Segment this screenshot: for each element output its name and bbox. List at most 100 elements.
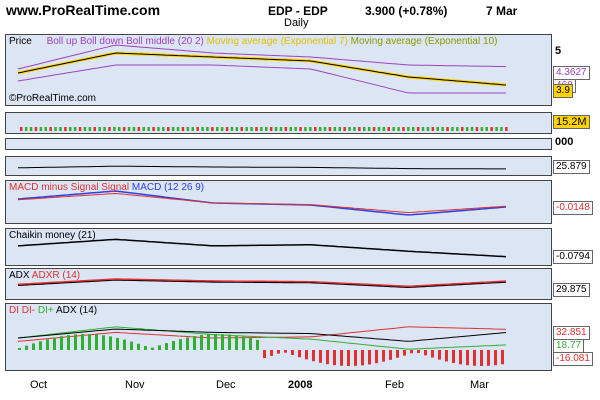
di-bar [298,350,301,358]
di-bar [214,334,217,350]
instrument-name: EDP - EDP [268,4,328,18]
volume-bar [304,127,307,131]
volume-bar [358,127,361,131]
last-price: 3.900 (+0.78%) [365,4,448,18]
volume-bar [436,127,439,131]
price-axis-top: 5 [555,45,562,57]
volume-bar [343,127,346,131]
volume-bar [186,127,190,131]
volume-bar [470,127,474,131]
di-bar [333,350,336,366]
volume-bar [59,127,62,131]
quote-date: 7 Mar [486,4,518,18]
period-label: Daily [284,17,309,29]
adx-panel: ADX ADXR (14) [5,268,552,300]
volume-bar [49,127,52,131]
volume-bar [265,127,268,131]
di-bar [396,350,399,358]
volume-bar [181,127,185,131]
di-bar [235,335,238,350]
di-bar [438,350,441,360]
volume-bar [475,127,479,131]
chaikin-line [17,238,507,258]
di-bar [207,334,210,350]
volume-bar [451,127,454,131]
volume-bar [353,127,356,131]
volume-bar [98,127,101,131]
x-label-mar: Mar [470,379,489,391]
di-bar [60,336,63,350]
di-bar [270,350,273,356]
di-bar [228,334,231,350]
volume-bar [113,127,116,131]
volume-svg [20,127,508,131]
volume-bar [279,127,283,131]
di-bar [200,334,203,350]
di-bar [494,350,497,366]
volume-bar [220,127,224,131]
last-price-value: 3.9 [553,84,573,98]
volume-bar [88,127,92,131]
di-bar [116,337,119,350]
di-bar [193,336,196,350]
di-plus-line [17,326,507,350]
volume-bar [245,127,248,131]
x-label-oct: Oct [30,379,48,391]
di-bar [46,339,49,350]
di-bar [130,341,133,350]
volume-bar [216,127,219,131]
di-bar [487,350,490,366]
di-value-2: 18.77 [553,339,585,353]
adx-title: ADX ADXR (14) [9,270,81,281]
di-bar [88,334,91,350]
volume-bar [456,127,459,131]
di-bar [221,334,224,350]
volume-bar [490,127,493,131]
volume-bar [73,127,77,131]
di-bar [459,350,462,365]
di-bar [67,335,70,350]
volume-bar [480,127,484,131]
stoch-line [17,165,506,170]
volume-bar [142,127,145,131]
di-bar [32,343,35,350]
di-bar [53,337,56,350]
volume-bar [431,127,435,131]
di-bar [368,350,371,365]
volume-bar [54,127,57,131]
di-bar [375,350,378,364]
stoch-panel [5,156,552,176]
volume-bar [299,127,302,131]
di-bar [123,339,126,350]
di-value-3: -16.081 [553,352,593,366]
di-bar [18,348,21,350]
stoch-value: 25.879 [553,160,590,174]
volume-bar [211,127,214,131]
volume-bar [377,127,381,131]
volume-bar [29,127,33,131]
volume-bar [495,127,498,131]
di-bar [417,350,420,354]
volume-bar [147,127,150,131]
volume-bar [318,127,322,131]
boll-up-value: 4.3627 [553,66,590,80]
di-bar [452,350,455,364]
price-title: Price Boll up Boll down Boll middle (20 … [9,36,498,47]
x-label-feb: Feb [385,379,404,391]
di-bar [326,350,329,365]
di-bar [291,350,294,356]
volume-bar [426,127,430,131]
volume-bar [64,127,67,131]
volume-bar [127,127,131,131]
volume-bar [20,127,23,131]
di-bar [354,350,357,366]
di-bar [242,336,245,350]
volume-bar [34,127,38,131]
di-bar [74,334,77,350]
volume-bar [465,127,469,131]
di-bar [25,345,28,350]
di-bar [81,334,84,350]
volume-bar [294,127,297,131]
volume-bar [225,127,229,131]
di-bar [305,350,308,360]
